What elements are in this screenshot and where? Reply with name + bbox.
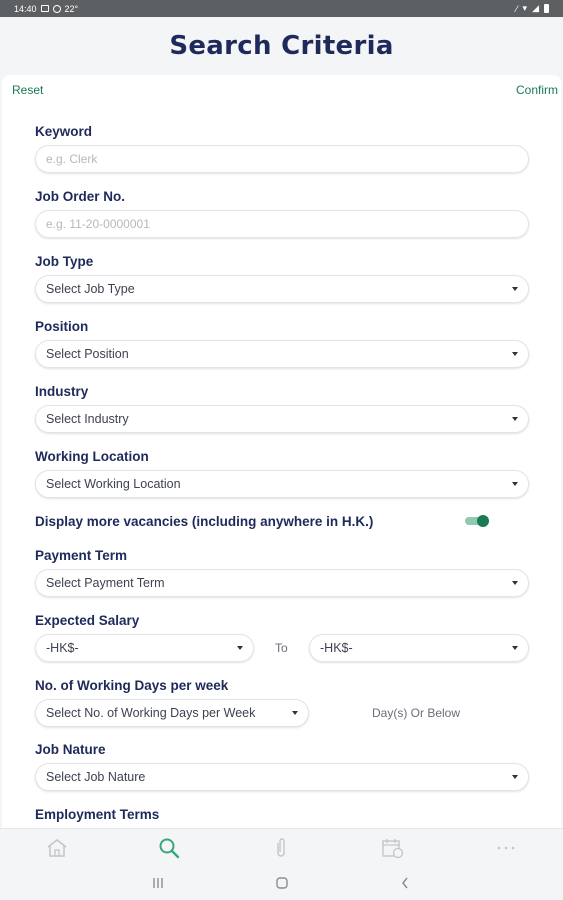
- working-days-label: No. of Working Days per week: [35, 678, 229, 693]
- caret-down-icon: [292, 711, 298, 715]
- salary-to-select[interactable]: -HK$-: [309, 634, 529, 662]
- employment-terms-label: Employment Terms: [35, 807, 160, 822]
- job-type-label: Job Type: [35, 254, 94, 269]
- job-nature-select[interactable]: Select Job Nature: [35, 763, 529, 791]
- home-icon: [47, 839, 67, 857]
- salary-from-select[interactable]: -HK$-: [35, 634, 254, 662]
- position-select[interactable]: Select Position: [35, 340, 529, 368]
- salary-to-value: -HK$-: [320, 641, 353, 655]
- display-more-label: Display more vacancies (including anywhe…: [35, 514, 374, 529]
- battery-icon: [544, 4, 549, 13]
- salary-to-label: To: [275, 641, 288, 655]
- caret-down-icon: [512, 581, 518, 585]
- search-criteria-sheet: Reset Confirm Keyword e.g. Clerk Job Ord…: [2, 75, 561, 828]
- nav-more[interactable]: [491, 835, 521, 861]
- caret-down-icon: [512, 482, 518, 486]
- job-type-value: Select Job Type: [46, 282, 135, 296]
- nav-calendar[interactable]: [378, 835, 408, 861]
- status-bar: 14:40 22° ⁄ ▾ ◢: [0, 0, 563, 17]
- job-order-input[interactable]: e.g. 11-20-0000001: [35, 210, 529, 238]
- keyword-placeholder: e.g. Clerk: [46, 152, 98, 166]
- position-value: Select Position: [46, 347, 129, 361]
- job-order-placeholder: e.g. 11-20-0000001: [46, 217, 150, 231]
- system-navigation-bar: [0, 866, 563, 900]
- working-days-value: Select No. of Working Days per Week: [46, 706, 256, 720]
- payment-term-label: Payment Term: [35, 548, 128, 563]
- bottom-nav: [0, 828, 563, 866]
- working-location-select[interactable]: Select Working Location: [35, 470, 529, 498]
- header: Search Criteria: [0, 17, 563, 75]
- cellular-icon: ◢: [532, 3, 539, 13]
- back-button[interactable]: [390, 872, 420, 894]
- caret-down-icon: [512, 646, 518, 650]
- industry-select[interactable]: Select Industry: [35, 405, 529, 433]
- working-location-value: Select Working Location: [46, 477, 181, 491]
- caret-down-icon: [512, 775, 518, 779]
- image-notification-icon: [40, 5, 49, 12]
- salary-from-value: -HK$-: [46, 641, 79, 655]
- calendar-icon: [382, 839, 404, 859]
- sheet-actions: Reset Confirm: [2, 83, 561, 97]
- search-icon: [159, 838, 180, 859]
- home-circle-icon: [276, 877, 288, 889]
- paperclip-icon: [277, 838, 285, 857]
- page-title: Search Criteria: [169, 31, 394, 61]
- recents-icon: [153, 878, 163, 888]
- expected-salary-label: Expected Salary: [35, 613, 140, 628]
- working-location-label: Working Location: [35, 449, 149, 464]
- display-more-toggle[interactable]: [465, 515, 489, 527]
- working-days-select[interactable]: Select No. of Working Days per Week: [35, 699, 309, 727]
- caret-down-icon: [512, 352, 518, 356]
- more-icon: [497, 846, 515, 850]
- reset-button[interactable]: Reset: [12, 83, 43, 97]
- industry-label: Industry: [35, 384, 89, 399]
- status-time: 14:40: [14, 3, 37, 14]
- caret-down-icon: [237, 646, 243, 650]
- no-signal-icon: ⁄: [516, 3, 518, 14]
- toggle-thumb: [477, 515, 489, 527]
- nav-home[interactable]: [42, 835, 72, 861]
- job-type-select[interactable]: Select Job Type: [35, 275, 529, 303]
- payment-term-select[interactable]: Select Payment Term: [35, 569, 529, 597]
- home-system-button[interactable]: [267, 872, 297, 894]
- confirm-button[interactable]: Confirm: [516, 83, 558, 97]
- job-order-label: Job Order No.: [35, 189, 126, 204]
- keyword-label: Keyword: [35, 124, 93, 139]
- wifi-icon: ▾: [522, 3, 528, 13]
- recents-button[interactable]: [143, 872, 173, 894]
- keyword-input[interactable]: e.g. Clerk: [35, 145, 529, 173]
- nav-applications[interactable]: [266, 835, 296, 861]
- industry-value: Select Industry: [46, 412, 129, 426]
- nav-search[interactable]: [154, 835, 184, 861]
- caret-down-icon: [512, 417, 518, 421]
- job-nature-label: Job Nature: [35, 742, 106, 757]
- payment-term-value: Select Payment Term: [46, 576, 165, 590]
- position-label: Position: [35, 319, 89, 334]
- back-chevron-icon: [402, 877, 408, 889]
- job-nature-value: Select Job Nature: [46, 770, 146, 784]
- caret-down-icon: [512, 287, 518, 291]
- status-temperature: 22°: [64, 3, 79, 14]
- working-days-suffix: Day(s) Or Below: [372, 706, 461, 720]
- whatsapp-notification-icon: [52, 4, 61, 13]
